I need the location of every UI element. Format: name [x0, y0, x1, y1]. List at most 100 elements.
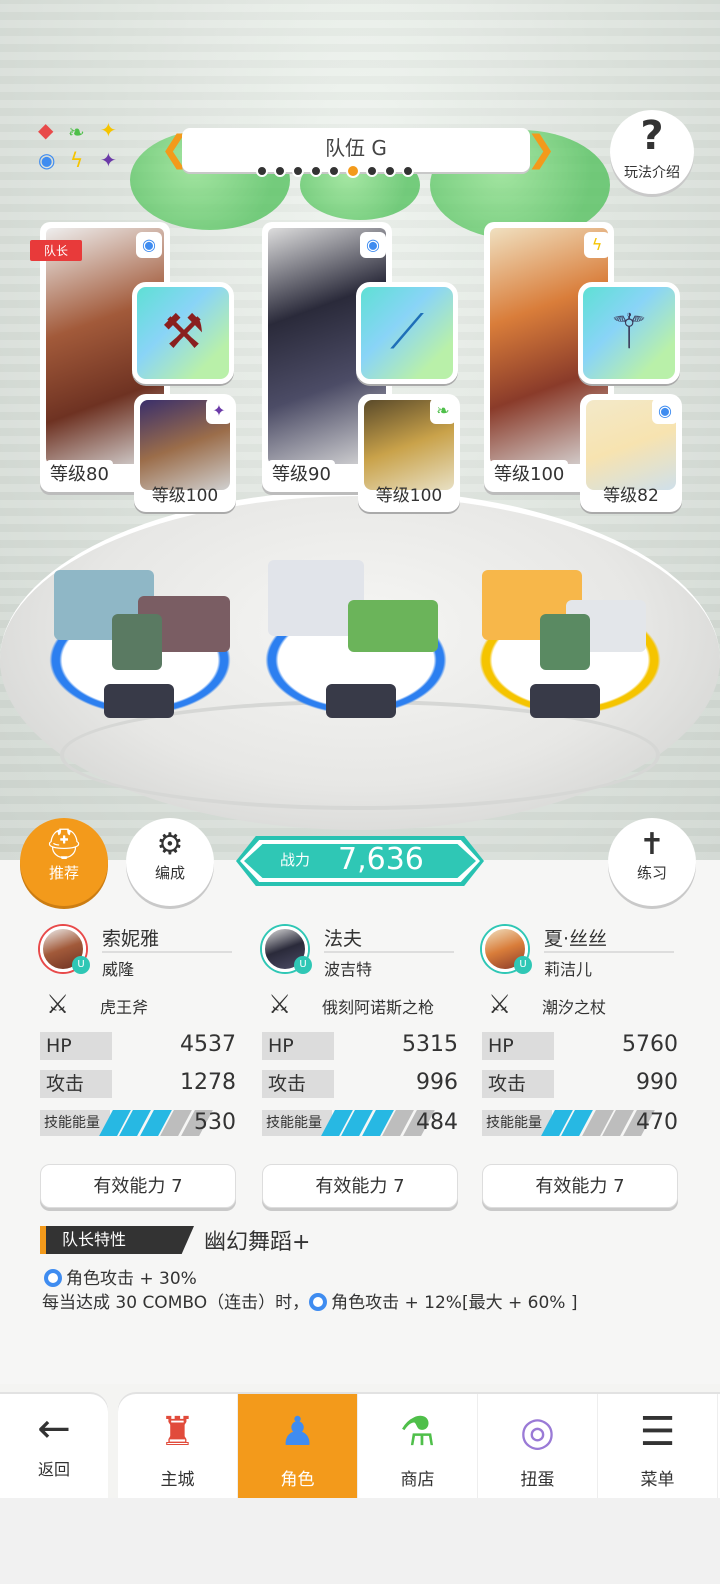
character-name: 索妮雅: [102, 924, 232, 953]
team-page-dot[interactable]: [384, 165, 396, 177]
team-page-dots: [256, 164, 414, 178]
water-element-icon: ◉: [136, 232, 162, 258]
unison-level: 等级100: [375, 486, 443, 506]
team-power: 战力 7,636: [236, 836, 484, 886]
menu-icon: ☰: [639, 1409, 676, 1455]
character-icon: ♟: [279, 1409, 316, 1455]
nav-item-castle[interactable]: ♜ 主城: [118, 1394, 238, 1498]
unison-badge-icon: U: [514, 956, 532, 974]
leader-skill-tag: 队长特性: [40, 1226, 194, 1254]
water-element-icon: ◉: [360, 232, 386, 258]
weapon-row: ⚔ 虎王斧: [40, 984, 236, 1028]
weapon-name: 潮汐之杖: [542, 998, 607, 1017]
leader-skill-text-1: 角色攻击 + 30%: [66, 1269, 197, 1289]
ability-button[interactable]: 有效能力 7: [482, 1164, 678, 1208]
attack-row: 攻击 1278: [40, 1066, 236, 1104]
nav-item-shop[interactable]: ⚗ 商店: [358, 1394, 478, 1498]
character-stats-1: U 索妮雅 威隆 ⚔ 虎王斧 HP 4537 攻击 1278 技能能量 530 …: [40, 922, 236, 1208]
unison-level: 等级100: [151, 486, 219, 506]
nav-bar: ♜ 主城 ♟ 角色 ⚗ 商店 ◎ 扭蛋 ☰ 菜单: [118, 1394, 720, 1498]
weapon-icon: ⚔: [46, 990, 70, 1020]
back-button[interactable]: ← 返回: [0, 1394, 108, 1498]
leader-skill-text-2b: 角色攻击 + 12%[最大 + 60% ]: [331, 1293, 578, 1313]
team-page-dot[interactable]: [328, 165, 340, 177]
team-page-dot-active[interactable]: [346, 164, 360, 178]
wood-element-icon: ❧: [430, 398, 456, 424]
ability-button[interactable]: 有效能力 7: [262, 1164, 458, 1208]
help-label: 玩法介绍: [624, 165, 680, 181]
weapon-row: ⚔ 俄刻阿诺斯之枪: [262, 984, 458, 1028]
team-page-dot[interactable]: [292, 165, 304, 177]
weapon-icon: ⚔: [488, 990, 512, 1020]
character-header: U 法夫 波吉特: [262, 922, 458, 984]
weapon-slot-3[interactable]: ⚚: [578, 282, 680, 384]
nav-item-gacha[interactable]: ◎ 扭蛋: [478, 1394, 598, 1498]
weapon-slot-1[interactable]: ⚒: [132, 282, 234, 384]
unison-name: 威隆: [102, 960, 135, 979]
hp-value: 4537: [180, 1032, 236, 1057]
nav-item-menu[interactable]: ☰ 菜单: [598, 1394, 718, 1498]
nav-label: 扭蛋: [520, 1470, 555, 1490]
power-value: 7,636: [338, 842, 424, 877]
attack-label: 攻击: [262, 1070, 352, 1098]
hp-label: HP: [482, 1032, 572, 1060]
pixel-block: [326, 684, 396, 718]
weapon-name: 虎王斧: [100, 998, 149, 1017]
nav-item-character[interactable]: ♟ 角色: [238, 1394, 358, 1498]
leader-skill-line-2: 每当达成 30 COMBO（连击）时， 角色攻击 + 12%[最大 + 60% ]: [42, 1288, 577, 1313]
team-page-dot[interactable]: [366, 165, 378, 177]
team-page-dot[interactable]: [402, 165, 414, 177]
thunder-element-icon: ϟ: [584, 232, 610, 258]
weapon-row: ⚔ 潮汐之杖: [482, 984, 678, 1028]
attack-row: 攻击 990: [482, 1066, 678, 1104]
character-level: 等级90: [268, 460, 335, 486]
element-cycle-icon[interactable]: ◆ ❧ ✦ ◉ ϟ ✦: [34, 118, 130, 180]
recommend-button[interactable]: ⛑ 推荐: [20, 818, 108, 906]
bottom-navigation: ← 返回 ♜ 主城 ♟ 角色 ⚗ 商店 ◎ 扭蛋 ☰ 菜单: [0, 1394, 720, 1498]
character-level: 等级80: [46, 460, 113, 486]
team-selector: ❮ 队伍 G ❯: [160, 128, 556, 178]
leader-skill-line-1: 角色攻击 + 30%: [44, 1264, 197, 1289]
weapon-slot-2[interactable]: ⟋: [356, 282, 458, 384]
character-header: U 夏·丝丝 莉洁儿: [482, 922, 678, 984]
pixel-block: [348, 600, 438, 652]
character-level: 等级100: [490, 460, 569, 486]
skill-energy-row: 技能能量 484: [262, 1104, 458, 1144]
hp-row: HP 5315: [262, 1028, 458, 1066]
team-page-dot[interactable]: [310, 165, 322, 177]
hp-value: 5760: [622, 1032, 678, 1057]
ability-button[interactable]: 有效能力 7: [40, 1164, 236, 1208]
skill-energy-label: 技能能量: [482, 1110, 552, 1136]
nav-label: 菜单: [640, 1470, 675, 1490]
pixel-block: [112, 614, 162, 670]
attack-label: 攻击: [40, 1070, 130, 1098]
recommend-label: 推荐: [48, 864, 79, 882]
nav-label: 角色: [280, 1470, 315, 1490]
team-page-dot[interactable]: [274, 165, 286, 177]
leader-skill-text-2a: 每当达成 30 COMBO（连击）时，: [42, 1293, 310, 1313]
leader-tag: 队长: [30, 240, 83, 261]
practice-label: 练习: [636, 864, 667, 882]
staff-icon: ⚚: [607, 304, 651, 360]
skill-energy-bar: [321, 1110, 435, 1136]
system-bar-area: [0, 1498, 720, 1584]
water-element-icon: [309, 1293, 328, 1311]
gacha-icon: ◎: [520, 1409, 555, 1455]
help-button[interactable]: ? 玩法介绍: [610, 110, 694, 194]
dark-element-icon: ✦: [206, 398, 232, 424]
back-arrow-icon: ←: [37, 1406, 71, 1452]
practice-button[interactable]: ✝ 练习: [608, 818, 696, 906]
edit-team-button[interactable]: ⚙ 编成: [126, 818, 214, 906]
nav-label: 主城: [160, 1470, 195, 1490]
pixel-block: [530, 684, 600, 718]
water-element-icon: ◉: [652, 398, 678, 424]
team-page-dot[interactable]: [256, 165, 268, 177]
team-name: 队伍 G: [325, 135, 387, 160]
unison-name: 莉洁儿: [544, 960, 593, 979]
pixel-block: [104, 684, 174, 718]
unison-level: 等级82: [603, 486, 659, 506]
hp-row: HP 4537: [40, 1028, 236, 1066]
next-team-button[interactable]: ❯: [526, 128, 556, 172]
unison-name: 波吉特: [324, 960, 373, 979]
nav-label: 商店: [400, 1470, 435, 1490]
